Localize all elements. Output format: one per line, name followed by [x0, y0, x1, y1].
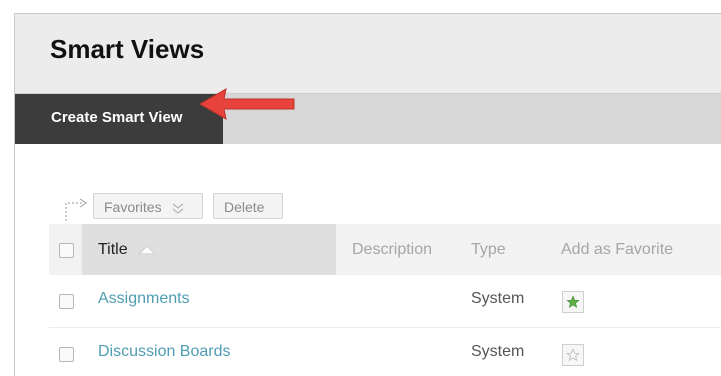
smart-views-table: Title Description Type Add as Favorite A…: [49, 224, 721, 376]
star-icon: [566, 295, 580, 308]
smart-views-panel: Smart Views Create Smart View Favorites …: [14, 13, 721, 376]
table-row: Discussion Boards System: [49, 328, 721, 376]
star-icon: [566, 348, 580, 362]
column-header-title[interactable]: Title: [98, 224, 157, 275]
column-title-label: Title: [98, 241, 128, 258]
select-all-arrow-icon: [65, 198, 87, 221]
favorite-toggle[interactable]: [562, 344, 584, 366]
favorite-toggle[interactable]: [562, 291, 584, 313]
page-header: Smart Views: [15, 14, 721, 94]
action-bar: Create Smart View: [15, 94, 721, 144]
page-title: Smart Views: [50, 34, 205, 64]
row-checkbox[interactable]: [59, 294, 74, 309]
row-title-link[interactable]: Assignments: [98, 275, 190, 323]
favorites-button[interactable]: Favorites: [93, 193, 203, 219]
create-smart-view-button[interactable]: Create Smart View: [15, 94, 223, 144]
row-type: System: [471, 290, 525, 307]
table-header: Title Description Type Add as Favorite: [49, 224, 721, 275]
row-type: System: [471, 343, 525, 360]
delete-button[interactable]: Delete: [213, 193, 283, 219]
red-arrow-annotation: [198, 88, 295, 120]
chevron-down-icon: [173, 203, 184, 215]
column-header-favorite[interactable]: Add as Favorite: [561, 224, 673, 275]
favorites-label: Favorites: [104, 199, 162, 215]
row-checkbox[interactable]: [59, 347, 74, 362]
table-row: Assignments System: [49, 275, 721, 328]
row-title-link[interactable]: Discussion Boards: [98, 328, 231, 376]
column-header-type[interactable]: Type: [471, 224, 506, 275]
select-all-checkbox[interactable]: [59, 243, 74, 258]
column-header-description[interactable]: Description: [352, 224, 432, 275]
sort-ascending-icon: [138, 245, 157, 255]
